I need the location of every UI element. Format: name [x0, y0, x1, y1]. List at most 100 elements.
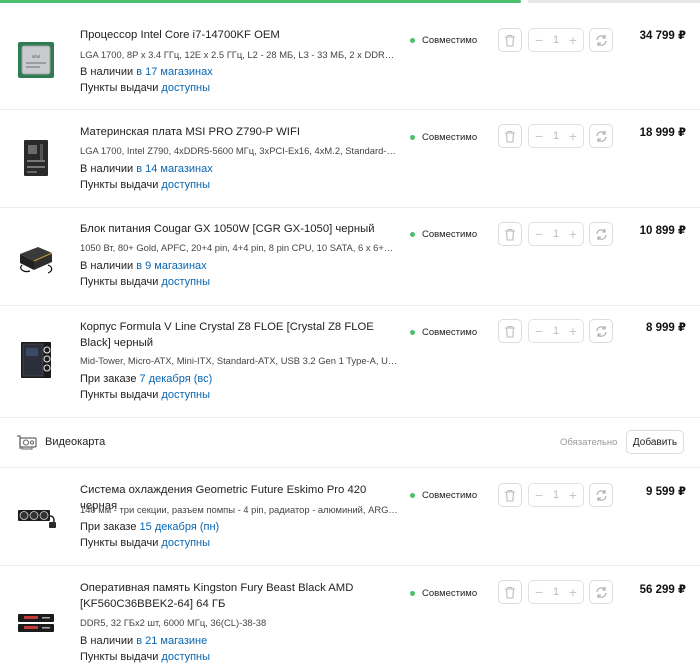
category-label: Видеокарта	[45, 436, 106, 448]
delete-button[interactable]	[498, 28, 522, 52]
replace-button[interactable]	[589, 28, 613, 52]
availability-stores-link[interactable]: в 17 магазинах	[136, 66, 213, 78]
product-specs: 140 мм - три секции, разъем помпы - 4 pi…	[80, 504, 398, 515]
swap-icon	[595, 586, 607, 598]
add-button[interactable]: Добавить	[626, 430, 684, 454]
replace-button[interactable]	[589, 483, 613, 507]
product-title[interactable]: Корпус Formula V Line Crystal Z8 FLOE [C…	[80, 319, 400, 351]
power-supply-icon[interactable]	[14, 234, 58, 278]
increase-button[interactable]: +	[567, 324, 579, 338]
delete-button[interactable]	[498, 319, 522, 343]
swap-icon	[595, 228, 607, 240]
increase-button[interactable]: +	[567, 129, 579, 143]
replace-button[interactable]	[589, 222, 613, 246]
cpu-chip-icon[interactable]: intel	[14, 38, 58, 82]
decrease-button[interactable]: −	[533, 33, 545, 47]
pickup-points: Пункты выдачи доступны	[80, 389, 210, 401]
delete-button[interactable]	[498, 580, 522, 604]
category-row-gpu: Видеокарта Обязательно Добавить	[0, 418, 700, 468]
delete-button[interactable]	[498, 124, 522, 148]
pickup-link[interactable]: доступны	[161, 651, 210, 663]
progress-fill	[0, 0, 521, 3]
quantity-value: 1	[552, 586, 560, 598]
product-price: 34 799 ₽	[639, 30, 686, 42]
pickup-link[interactable]: доступны	[161, 179, 210, 191]
quantity-stepper[interactable]: − 1 +	[528, 319, 584, 343]
availability-label: В наличии	[80, 635, 134, 647]
replace-button[interactable]	[589, 124, 613, 148]
quantity-stepper[interactable]: − 1 +	[528, 580, 584, 604]
increase-button[interactable]: +	[567, 488, 579, 502]
product-specs: DDR5, 32 ГБx2 шт, 6000 МГц, 36(CL)-38-38	[80, 617, 267, 628]
pickup-points: Пункты выдачи доступны	[80, 276, 210, 288]
quantity-stepper[interactable]: − 1 +	[528, 124, 584, 148]
pickup-link[interactable]: доступны	[161, 276, 210, 288]
replace-button[interactable]	[589, 580, 613, 604]
decrease-button[interactable]: −	[533, 227, 545, 241]
decrease-button[interactable]: −	[533, 585, 545, 599]
compatibility-label: Совместимо	[422, 132, 478, 143]
compatibility-status: Совместимо	[410, 35, 477, 46]
compatibility-status: Совместимо	[410, 588, 477, 599]
quantity-stepper[interactable]: − 1 +	[528, 28, 584, 52]
quantity-value: 1	[552, 34, 560, 46]
product-price: 18 999 ₽	[639, 127, 686, 139]
availability-stores-link[interactable]: в 21 магазине	[136, 635, 207, 647]
quantity-stepper[interactable]: − 1 +	[528, 483, 584, 507]
pickup-points: Пункты выдачи доступны	[80, 537, 210, 549]
quantity-value: 1	[552, 325, 560, 337]
availability-date-link[interactable]: 7 декабря (вс)	[140, 373, 213, 385]
product-price: 9 599 ₽	[646, 486, 686, 498]
product-title[interactable]: Процессор Intel Core i7-14700KF OEM	[80, 27, 400, 43]
product-specs: LGA 1700, 8P x 3.4 ГГц, 12E x 2.5 ГГц, L…	[80, 49, 398, 60]
component-row-power-supply: Блок питания Cougar GX 1050W [CGR GX-105…	[0, 208, 700, 306]
pc-case-icon[interactable]	[14, 338, 58, 382]
product-title[interactable]: Материнская плата MSI PRO Z790-P WIFI	[80, 124, 400, 140]
pickup-link[interactable]: доступны	[161, 82, 210, 94]
product-specs: 1050 Вт, 80+ Gold, APFC, 20+4 pin, 4+4 p…	[80, 242, 398, 253]
compatibility-status: Совместимо	[410, 490, 477, 501]
compatibility-label: Совместимо	[422, 327, 478, 338]
quantity-stepper[interactable]: − 1 +	[528, 222, 584, 246]
increase-button[interactable]: +	[567, 33, 579, 47]
motherboard-icon[interactable]	[14, 136, 58, 180]
component-row-motherboard: Материнская плата MSI PRO Z790-P WIFI LG…	[0, 110, 700, 208]
decrease-button[interactable]: −	[533, 488, 545, 502]
quantity-value: 1	[552, 489, 560, 501]
increase-button[interactable]: +	[567, 585, 579, 599]
increase-button[interactable]: +	[567, 227, 579, 241]
gpu-icon	[16, 434, 38, 452]
pickup-link[interactable]: доступны	[161, 389, 210, 401]
compatibility-label: Совместимо	[422, 490, 478, 501]
product-title[interactable]: Блок питания Cougar GX 1050W [CGR GX-105…	[80, 221, 400, 237]
delete-button[interactable]	[498, 222, 522, 246]
availability-label: В наличии	[80, 66, 134, 78]
decrease-button[interactable]: −	[533, 324, 545, 338]
liquid-cooler-icon[interactable]	[14, 494, 58, 538]
product-title[interactable]: Оперативная память Kingston Fury Beast B…	[80, 580, 400, 612]
pickup-label: Пункты выдачи	[80, 389, 159, 401]
component-row-cooler: Система охлаждения Geometric Future Eski…	[0, 468, 700, 566]
compatibility-label: Совместимо	[422, 229, 478, 240]
availability-stores-link[interactable]: в 14 магазинах	[136, 163, 213, 175]
compatibility-status: Совместимо	[410, 229, 477, 240]
pickup-label: Пункты выдачи	[80, 651, 159, 663]
svg-text:intel: intel	[32, 54, 41, 59]
delete-button[interactable]	[498, 483, 522, 507]
trash-icon	[505, 489, 515, 502]
availability-label: В наличии	[80, 163, 134, 175]
decrease-button[interactable]: −	[533, 129, 545, 143]
availability: В наличии в 9 магазинах	[80, 260, 207, 272]
required-label: Обязательно	[560, 437, 618, 448]
status-dot-icon	[410, 493, 415, 498]
availability-stores-link[interactable]: в 9 магазинах	[136, 260, 206, 272]
pickup-link[interactable]: доступны	[161, 537, 210, 549]
ram-module-icon[interactable]	[14, 600, 58, 644]
availability-date-link[interactable]: 15 декабря (пн)	[140, 521, 220, 533]
status-dot-icon	[410, 591, 415, 596]
pickup-label: Пункты выдачи	[80, 537, 159, 549]
product-specs: Mid-Tower, Micro-ATX, Mini-ITX, Standard…	[80, 355, 398, 366]
availability: При заказе 15 декабря (пн)	[80, 521, 219, 533]
product-price: 10 899 ₽	[639, 225, 686, 237]
replace-button[interactable]	[589, 319, 613, 343]
